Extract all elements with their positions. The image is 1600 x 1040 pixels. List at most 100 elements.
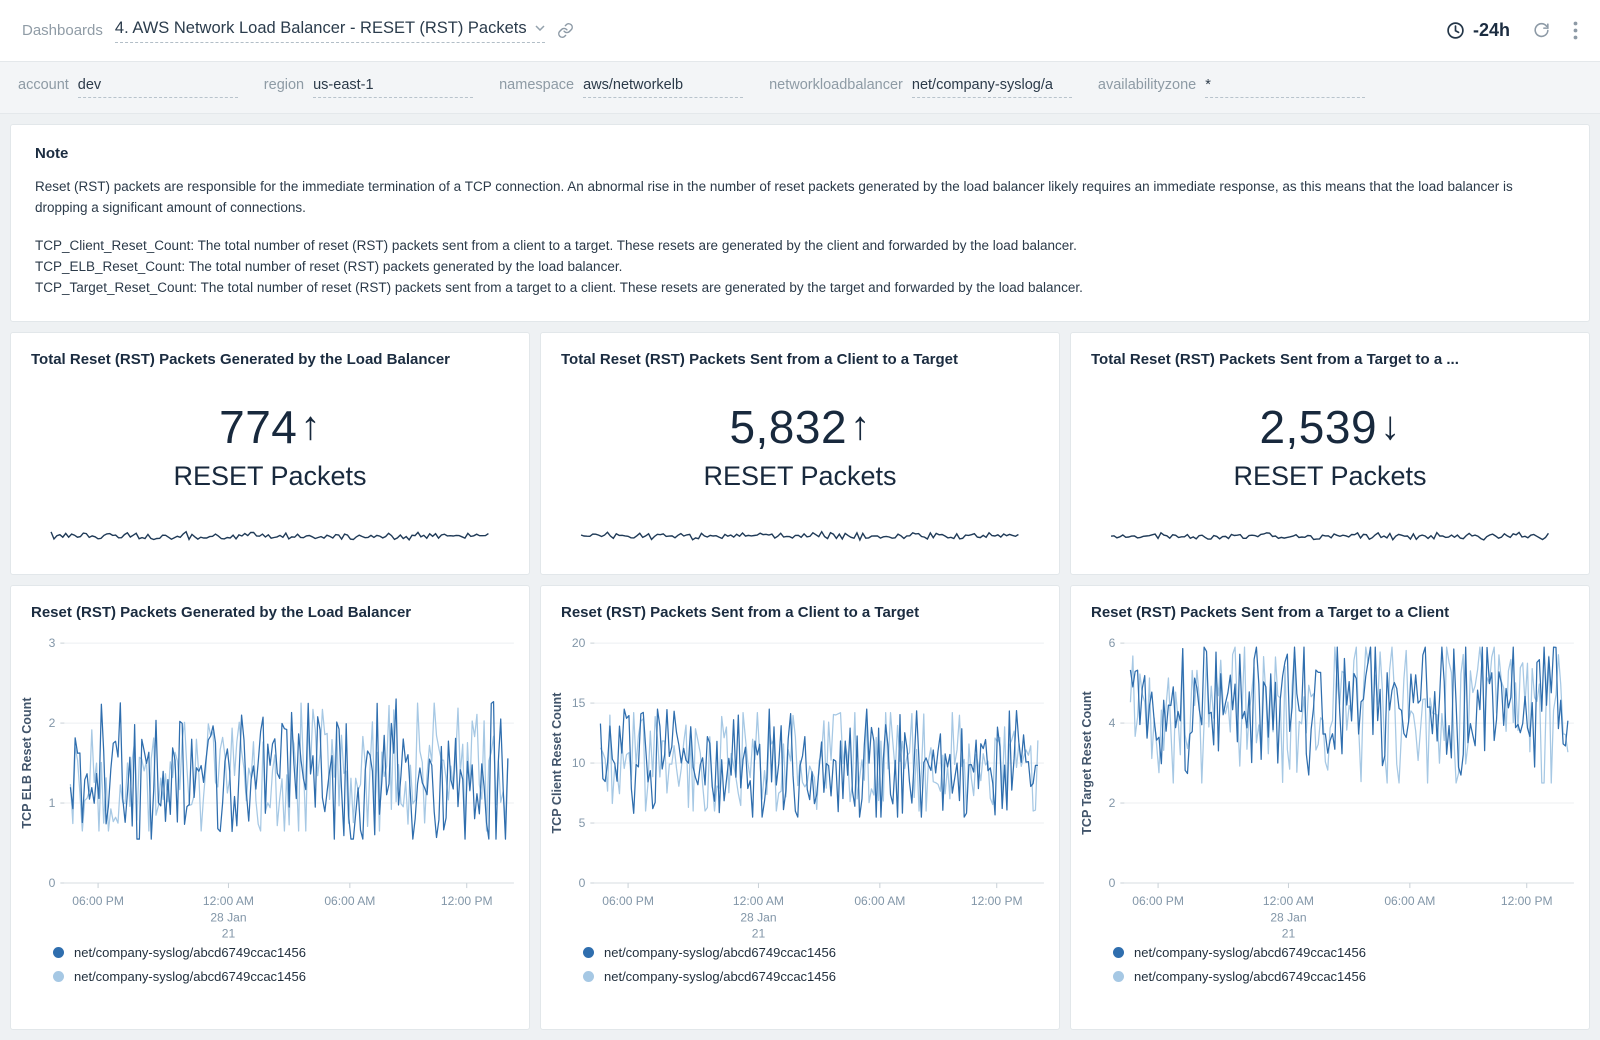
legend-label: net/company-syslog/abcd6749ccac1456: [74, 945, 306, 960]
stat-number: 2,539: [1259, 400, 1377, 454]
panel-title: Total Reset (RST) Packets Generated by t…: [11, 333, 529, 374]
svg-text:4: 4: [1109, 716, 1116, 730]
filter-value[interactable]: net/company-syslog/a: [912, 77, 1072, 98]
refresh-icon[interactable]: [1532, 21, 1551, 40]
legend-item[interactable]: net/company-syslog/abcd6749ccac1456: [1113, 969, 1569, 984]
svg-text:5: 5: [579, 816, 586, 830]
dashboard-title-dropdown[interactable]: 4. AWS Network Load Balancer - RESET (RS…: [115, 19, 545, 43]
panel-title: Total Reset (RST) Packets Sent from a Cl…: [541, 333, 1059, 374]
chart-panels-row: Reset (RST) Packets Generated by the Loa…: [10, 585, 1590, 1030]
chart-legend: net/company-syslog/abcd6749ccac1456 net/…: [1071, 943, 1589, 990]
clock-icon: [1446, 21, 1465, 40]
filter-region[interactable]: region us-east-1: [264, 77, 473, 98]
svg-text:12:00 AM: 12:00 AM: [1263, 894, 1314, 908]
stat-value: 774 ↑: [219, 400, 321, 454]
legend-color-dot: [583, 947, 594, 958]
svg-text:12:00 PM: 12:00 PM: [441, 894, 493, 908]
filter-value[interactable]: *: [1205, 77, 1365, 98]
sparkline: [47, 527, 492, 545]
legend-item[interactable]: net/company-syslog/abcd6749ccac1456: [583, 945, 1039, 960]
svg-text:10: 10: [572, 756, 586, 770]
filter-bar: account dev region us-east-1 namespace a…: [0, 62, 1600, 114]
trend-down-icon: ↓: [1380, 404, 1401, 449]
link-icon[interactable]: [557, 22, 574, 39]
legend-label: net/company-syslog/abcd6749ccac1456: [604, 945, 836, 960]
line-chart[interactable]: 0510152006:00 PM12:00 AM06:00 AM12:00 PM…: [548, 629, 1052, 943]
legend-color-dot: [53, 971, 64, 982]
filter-label: availabilityzone: [1098, 77, 1196, 93]
svg-text:06:00 AM: 06:00 AM: [324, 894, 375, 908]
legend-color-dot: [53, 947, 64, 958]
panel-title: Reset (RST) Packets Sent from a Client t…: [541, 586, 1059, 627]
legend-item[interactable]: net/company-syslog/abcd6749ccac1456: [583, 969, 1039, 984]
svg-text:06:00 PM: 06:00 PM: [602, 894, 654, 908]
filter-value[interactable]: dev: [78, 77, 238, 98]
line-chart[interactable]: 012306:00 PM12:00 AM06:00 AM12:00 PM28 J…: [18, 629, 522, 943]
svg-text:21: 21: [222, 926, 236, 940]
legend-item[interactable]: net/company-syslog/abcd6749ccac1456: [53, 945, 509, 960]
legend-color-dot: [1113, 947, 1124, 958]
svg-text:TCP Target Reset Count: TCP Target Reset Count: [1080, 690, 1094, 834]
stat-number: 774: [219, 400, 297, 454]
svg-text:TCP Client Reset Count: TCP Client Reset Count: [550, 691, 564, 833]
svg-text:06:00 AM: 06:00 AM: [1384, 894, 1435, 908]
note-line: TCP_ELB_Reset_Count: The total number of…: [35, 257, 1565, 278]
legend-label: net/company-syslog/abcd6749ccac1456: [1134, 945, 1366, 960]
sparkline: [1107, 527, 1552, 545]
filter-label: namespace: [499, 77, 574, 93]
stat-unit: RESET Packets: [1233, 461, 1426, 492]
sparkline: [577, 527, 1022, 545]
stat-unit: RESET Packets: [703, 461, 896, 492]
svg-text:28 Jan: 28 Jan: [210, 910, 246, 924]
svg-text:06:00 PM: 06:00 PM: [1132, 894, 1184, 908]
svg-text:21: 21: [1282, 926, 1296, 940]
panel-title: Reset (RST) Packets Generated by the Loa…: [11, 586, 529, 627]
svg-text:6: 6: [1109, 636, 1116, 650]
chart-panel-target-reset: Reset (RST) Packets Sent from a Target t…: [1070, 585, 1590, 1030]
svg-text:28 Jan: 28 Jan: [740, 910, 776, 924]
stat-panel-elb-reset: Total Reset (RST) Packets Generated by t…: [10, 332, 530, 575]
note-title: Note: [35, 145, 1565, 162]
legend-label: net/company-syslog/abcd6749ccac1456: [604, 969, 836, 984]
svg-text:3: 3: [49, 636, 56, 650]
panel-title: Total Reset (RST) Packets Sent from a Ta…: [1071, 333, 1589, 374]
note-panel: Note Reset (RST) packets are responsible…: [10, 124, 1590, 322]
legend-color-dot: [1113, 971, 1124, 982]
trend-up-icon: ↑: [300, 404, 321, 449]
chart-panel-client-reset: Reset (RST) Packets Sent from a Client t…: [540, 585, 1060, 1030]
legend-label: net/company-syslog/abcd6749ccac1456: [74, 969, 306, 984]
svg-text:21: 21: [752, 926, 766, 940]
svg-text:12:00 AM: 12:00 AM: [203, 894, 254, 908]
legend-item[interactable]: net/company-syslog/abcd6749ccac1456: [53, 969, 509, 984]
stat-panel-client-reset: Total Reset (RST) Packets Sent from a Cl…: [540, 332, 1060, 575]
time-range-button[interactable]: -24h: [1446, 20, 1510, 41]
breadcrumb[interactable]: Dashboards: [22, 22, 103, 39]
stat-panels-row: Total Reset (RST) Packets Generated by t…: [10, 332, 1590, 575]
svg-text:15: 15: [572, 696, 586, 710]
filter-value[interactable]: us-east-1: [313, 77, 473, 98]
legend-item[interactable]: net/company-syslog/abcd6749ccac1456: [1113, 945, 1569, 960]
svg-text:20: 20: [572, 636, 586, 650]
legend-label: net/company-syslog/abcd6749ccac1456: [1134, 969, 1366, 984]
chart-legend: net/company-syslog/abcd6749ccac1456 net/…: [541, 943, 1059, 990]
svg-text:1: 1: [49, 796, 56, 810]
kebab-menu-icon[interactable]: [1573, 21, 1578, 40]
svg-text:0: 0: [1109, 876, 1116, 890]
svg-text:2: 2: [49, 716, 56, 730]
note-line: TCP_Client_Reset_Count: The total number…: [35, 236, 1565, 257]
filter-label: networkloadbalancer: [769, 77, 903, 93]
svg-text:0: 0: [49, 876, 56, 890]
svg-text:2: 2: [1109, 796, 1116, 810]
filter-namespace[interactable]: namespace aws/networkelb: [499, 77, 743, 98]
filter-networkloadbalancer[interactable]: networkloadbalancer net/company-syslog/a: [769, 77, 1072, 98]
stat-number: 5,832: [729, 400, 847, 454]
filter-label: account: [18, 77, 69, 93]
svg-text:12:00 PM: 12:00 PM: [1501, 894, 1553, 908]
trend-up-icon: ↑: [850, 404, 871, 449]
line-chart[interactable]: 024606:00 PM12:00 AM06:00 AM12:00 PM28 J…: [1078, 629, 1582, 943]
filter-account[interactable]: account dev: [18, 77, 238, 98]
filter-value[interactable]: aws/networkelb: [583, 77, 743, 98]
time-range-value: -24h: [1473, 20, 1510, 41]
filter-availabilityzone[interactable]: availabilityzone *: [1098, 77, 1365, 98]
page-title: 4. AWS Network Load Balancer - RESET (RS…: [115, 19, 527, 38]
